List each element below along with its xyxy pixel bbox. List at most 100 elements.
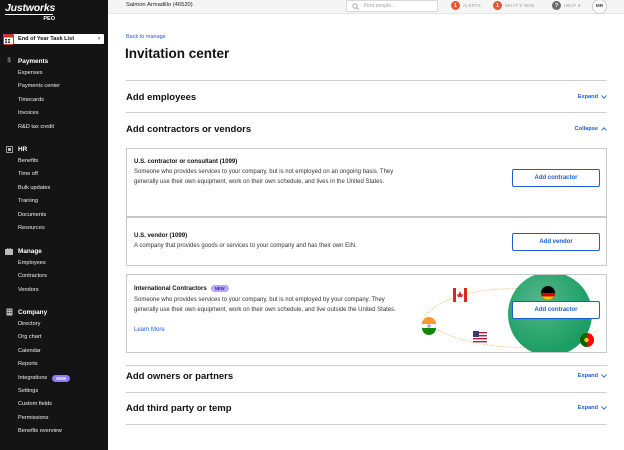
card-us-vendor: U.S. vendor (1099) A company that provid… — [126, 217, 607, 266]
section-divider — [126, 392, 607, 393]
alerts-button[interactable]: 1 ALERTS — [451, 1, 481, 10]
nav-item-vendors[interactable]: Vendors — [0, 284, 108, 297]
nav-item-org-chart[interactable]: Org chart — [0, 331, 108, 344]
nav-head-manage: Manage — [0, 245, 108, 257]
section-add-contractors: Add contractors or vendors Collapse — [126, 122, 607, 136]
card-title-international: International Contractors NEW — [134, 285, 229, 292]
portugal-flag-icon — [580, 333, 594, 347]
sidebar: Justworks PEO End of Year Task List › $ … — [0, 0, 108, 450]
new-badge: NEW — [52, 374, 71, 382]
nav-item-contractors[interactable]: Contractors — [0, 270, 108, 283]
nav-item-bulk-updates[interactable]: Bulk updates — [0, 182, 108, 195]
nav-item-invoices[interactable]: Invoices — [0, 107, 108, 120]
nav-head-company: Company — [0, 306, 108, 318]
nav-item-settings[interactable]: Settings — [0, 385, 108, 398]
nav-title-payments: Payments — [18, 57, 49, 65]
us-flag-icon — [473, 331, 487, 345]
nav-title-hr: HR — [18, 145, 28, 153]
help-label: HELP — [564, 3, 577, 8]
section-divider — [126, 365, 607, 366]
nav-head-payments: $ Payments — [0, 55, 108, 67]
nav-item-documents[interactable]: Documents — [0, 209, 108, 222]
dollar-icon: $ — [7, 58, 11, 64]
canada-flag-icon — [452, 287, 468, 303]
nav-item-expenses[interactable]: Expenses — [0, 67, 108, 80]
top-bar: Salmon Armadillo (46520) Find people... … — [108, 0, 624, 14]
section-add-owners: Add owners or partners Expand — [126, 369, 607, 383]
nav-title-manage: Manage — [18, 247, 42, 255]
nav-item-benefits-overview[interactable]: Benefits overview — [0, 425, 108, 438]
alerts-label: ALERTS — [463, 3, 482, 8]
whats-new-button[interactable]: 1 WHAT'S NEW — [493, 1, 535, 10]
alerts-count-badge: 1 — [451, 1, 460, 10]
expand-employees-button[interactable]: Expand — [578, 94, 607, 100]
page-title: Invitation center — [125, 46, 230, 61]
toggle-label: Expand — [577, 94, 598, 100]
task-list-button[interactable]: End of Year Task List › — [2, 33, 104, 46]
card-description: Someone who provides services to your co… — [134, 169, 394, 185]
chevron-down-icon — [601, 406, 607, 410]
company-name: Salmon Armadillo (46520) — [126, 2, 193, 8]
collapse-contractors-button[interactable]: Collapse — [575, 126, 607, 132]
card-title: U.S. contractor or consultant (1099) — [134, 158, 238, 165]
card-description: A company that provides goods or service… — [134, 243, 357, 249]
expand-third-party-button[interactable]: Expand — [578, 405, 607, 411]
search-icon — [352, 2, 360, 10]
card-description: Someone who provides services to your co… — [134, 297, 396, 313]
calendar-icon — [2, 33, 15, 46]
nav-section-company: Company Directory Org chart Calendar Rep… — [0, 306, 108, 439]
search-placeholder: Find people... — [364, 3, 396, 9]
nav-item-integrations[interactable]: Integrations NEW — [0, 372, 108, 385]
toggle-label: Expand — [577, 373, 598, 379]
learn-more-link[interactable]: Learn More — [134, 327, 165, 333]
expand-owners-button[interactable]: Expand — [578, 373, 607, 379]
add-contractor-button[interactable]: Add contractor — [512, 169, 600, 187]
nav-item-payments-center[interactable]: Payments center — [0, 80, 108, 93]
company-icon — [5, 308, 13, 316]
back-link[interactable]: Back to manage — [126, 34, 166, 40]
add-international-contractor-button[interactable]: Add contractor — [512, 301, 600, 319]
section-title-contractors: Add contractors or vendors — [126, 123, 252, 135]
nav-head-hr: HR — [0, 143, 108, 155]
nav-item-directory[interactable]: Directory — [0, 318, 108, 331]
nav-item-time-off[interactable]: Time off — [0, 168, 108, 181]
card-us-contractor: U.S. contractor or consultant (1099) Som… — [126, 148, 607, 217]
nav-item-resources[interactable]: Resources — [0, 222, 108, 235]
search-input[interactable]: Find people... — [346, 0, 438, 12]
whats-new-count-badge: 1 — [493, 1, 502, 10]
main-content: Back to manage Invitation center Add emp… — [108, 14, 624, 450]
card-title: International Contractors — [134, 285, 207, 292]
task-list-label: End of Year Task List — [18, 36, 75, 42]
section-divider — [126, 424, 607, 425]
chevron-down-icon — [601, 95, 607, 99]
toggle-label: Collapse — [574, 126, 598, 132]
help-button[interactable]: ? HELP ▾ — [552, 1, 580, 10]
section-add-employees: Add employees Expand — [126, 90, 607, 104]
section-add-third-party: Add third party or temp Expand — [126, 401, 607, 415]
nav-item-training[interactable]: Training — [0, 195, 108, 208]
section-divider — [126, 80, 607, 81]
brand-name: Justworks — [5, 2, 56, 14]
nav-item-timecards[interactable]: Timecards — [0, 94, 108, 107]
card-international-contractors: International Contractors NEW Someone wh… — [126, 274, 607, 353]
nav-section-payments: $ Payments Expenses Payments center Time… — [0, 55, 108, 134]
brand-sub: PEO — [43, 16, 55, 22]
nav-item-employees[interactable]: Employees — [0, 257, 108, 270]
nav-section-manage: Manage Employees Contractors Vendors — [0, 245, 108, 297]
nav-item-rd-tax-credit[interactable]: R&D tax credit — [0, 121, 108, 134]
nav-item-reports[interactable]: Reports — [0, 358, 108, 371]
new-badge: NEW — [210, 285, 229, 292]
manage-icon — [5, 247, 13, 255]
india-flag-icon — [421, 317, 437, 335]
nav-item-calendar[interactable]: Calendar — [0, 345, 108, 358]
section-divider — [126, 112, 607, 113]
nav-item-benefits[interactable]: Benefits — [0, 155, 108, 168]
avatar[interactable]: MR — [592, 0, 607, 14]
justworks-logo[interactable]: Justworks PEO — [5, 3, 55, 22]
chevron-right-icon: › — [98, 36, 100, 42]
section-title-owners: Add owners or partners — [126, 370, 234, 382]
nav-title-company: Company — [18, 308, 48, 316]
nav-item-custom-fields[interactable]: Custom fields — [0, 398, 108, 411]
add-vendor-button[interactable]: Add vendor — [512, 233, 600, 251]
nav-item-permissions[interactable]: Permissions — [0, 412, 108, 425]
